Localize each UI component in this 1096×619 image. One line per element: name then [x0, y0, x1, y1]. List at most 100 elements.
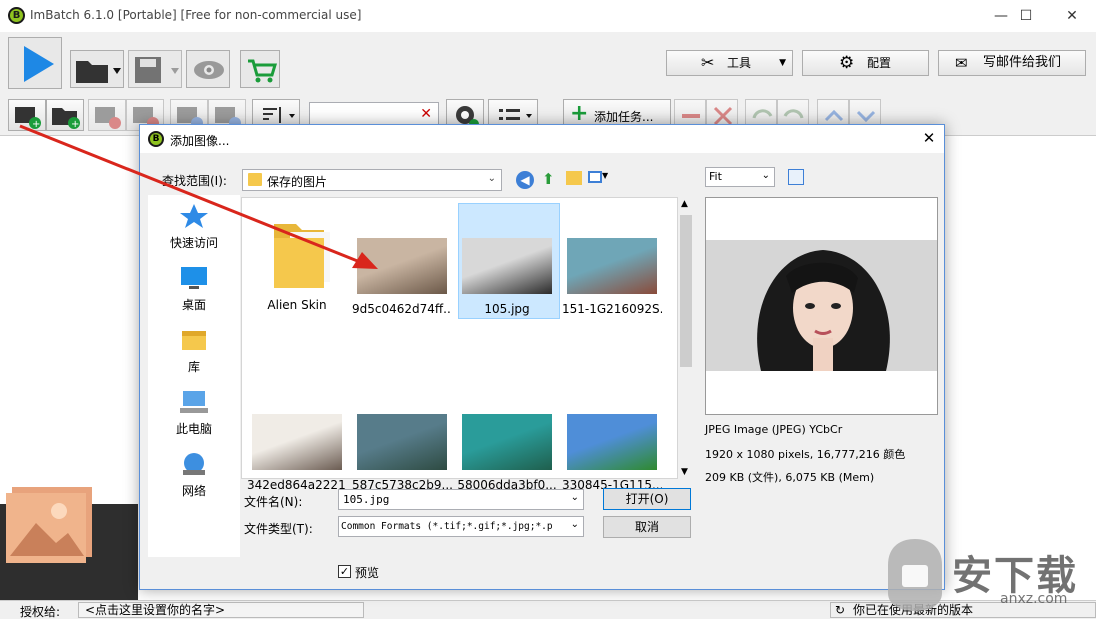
- file-list[interactable]: Alien Skin 9d5c0462d74ff... 105.jpg 151-1G2…: [241, 197, 678, 492]
- maximize-button[interactable]: ☐: [1003, 6, 1049, 26]
- zoom-fit-icon[interactable]: [788, 169, 804, 185]
- folder-icon: [248, 173, 262, 186]
- add-image-icon: +: [15, 107, 41, 130]
- image-preview-icon: [357, 238, 447, 294]
- open-button[interactable]: [70, 50, 124, 88]
- image-thumbnail[interactable]: 330845-1G115...: [562, 386, 662, 492]
- image-thumbnail[interactable]: 342ed864a2221...: [247, 386, 347, 492]
- title-bar: B ImBatch 6.1.0 [Portable] [Free for non…: [0, 0, 1096, 32]
- up-folder-icon[interactable]: ⬆: [542, 170, 555, 188]
- network-icon: [183, 453, 205, 475]
- computer-icon: [180, 391, 208, 413]
- image-preview-icon: [462, 238, 552, 294]
- license-name-field[interactable]: <点击这里设置你的名字>: [78, 602, 364, 618]
- close-button[interactable]: ✕: [1049, 6, 1095, 26]
- clear-filter-icon[interactable]: ✕: [420, 106, 432, 122]
- watermark: 安下载 anxz.com: [880, 535, 1095, 615]
- filetype-select[interactable]: Common Formats (*.tif;*.gif;*.jpg;*.p ⌄: [338, 516, 584, 537]
- scroll-down-icon[interactable]: ▼: [681, 467, 688, 477]
- image-thumbnail[interactable]: 105.jpg: [457, 210, 557, 316]
- back-icon[interactable]: ◀: [516, 171, 534, 189]
- license-label: 授权给:: [20, 605, 61, 619]
- cart-icon: [248, 59, 278, 83]
- image-preview-icon: [567, 238, 657, 294]
- scroll-thumb[interactable]: [680, 215, 692, 367]
- image-preview-icon: [357, 414, 447, 470]
- run-button[interactable]: [8, 37, 62, 89]
- mail-button[interactable]: ✉ 写邮件给我们: [938, 50, 1086, 76]
- svg-text:+: +: [71, 119, 79, 130]
- remove-image-icon: [95, 107, 121, 129]
- dialog-logo-icon: B: [148, 131, 164, 147]
- gear-icon: ⚙: [839, 53, 855, 73]
- image-thumbnail[interactable]: 151-1G216092S...: [562, 210, 662, 316]
- place-network[interactable]: 网络: [148, 451, 240, 499]
- save-button[interactable]: [128, 50, 182, 88]
- file-name: Alien Skin: [267, 298, 327, 312]
- save-icon: [135, 57, 179, 83]
- eye-icon: [194, 61, 224, 79]
- view-menu-icon[interactable]: ▼: [588, 171, 614, 187]
- remove-image-button[interactable]: [88, 99, 126, 131]
- image-preview-icon: [252, 414, 342, 470]
- image-size-info: 1920 x 1080 pixels, 16,777,216 颜色: [705, 448, 906, 461]
- chevron-down-icon: ⌄: [570, 492, 579, 503]
- dialog-close-button[interactable]: ✕: [918, 129, 940, 147]
- scroll-up-icon[interactable]: ▲: [681, 199, 688, 209]
- folder-item[interactable]: Alien Skin: [247, 210, 347, 312]
- preview-eye-button[interactable]: [186, 50, 230, 88]
- zoom-select[interactable]: Fit ⌄: [705, 167, 775, 187]
- image-thumbnail[interactable]: 9d5c0462d74ff...: [352, 210, 452, 316]
- library-icon: [182, 331, 206, 350]
- image-preview-icon: [462, 414, 552, 470]
- lookin-select[interactable]: 保存的图片 ⌄: [242, 169, 502, 191]
- place-quick-access[interactable]: 快速访问: [148, 203, 240, 251]
- add-image-button[interactable]: +: [8, 99, 46, 131]
- play-icon: [24, 46, 54, 82]
- image-type-info: JPEG Image (JPEG) YCbCr: [705, 423, 843, 436]
- place-label: 网络: [181, 484, 206, 498]
- portrait-preview-image: [706, 198, 937, 414]
- open-button[interactable]: 打开(O): [603, 488, 691, 510]
- cancel-button[interactable]: 取消: [603, 516, 691, 538]
- add-folder-button[interactable]: +: [46, 99, 84, 131]
- places-bar: 快速访问 桌面 库 此电脑 网络: [148, 195, 240, 557]
- desktop-icon: [181, 267, 207, 289]
- shop-button[interactable]: [240, 50, 280, 88]
- add-task-label: 添加任务...: [594, 110, 654, 124]
- filename-input[interactable]: 105.jpg ⌄: [338, 489, 584, 510]
- zoom-value: Fit: [709, 170, 722, 183]
- file-name: 105.jpg: [484, 302, 530, 316]
- lookin-value: 保存的图片: [267, 175, 328, 189]
- add-folder-icon: +: [52, 108, 80, 130]
- filename-value: 105.jpg: [343, 493, 390, 506]
- preview-checkbox[interactable]: ✓: [338, 565, 351, 578]
- config-button[interactable]: ⚙ 配置: [802, 50, 929, 76]
- filetype-label: 文件类型(T):: [244, 522, 313, 536]
- file-name: 342ed864a2221...: [247, 478, 347, 492]
- refresh-icon: ↻: [835, 603, 846, 617]
- preview-pane: [705, 197, 938, 415]
- main-toolbar: ✂ 工具 ▼ ⚙ 配置 ✉ 写邮件给我们: [0, 32, 1096, 94]
- svg-text:+: +: [32, 119, 40, 130]
- place-library[interactable]: 库: [148, 327, 240, 375]
- place-desktop[interactable]: 桌面: [148, 265, 240, 313]
- app-logo-icon: B: [8, 7, 25, 24]
- file-list-scrollbar[interactable]: ▲ ▼: [678, 197, 694, 479]
- image-thumbnail[interactable]: 587c5738c2b9...: [352, 386, 452, 492]
- image-thumbnail[interactable]: 58006dda3bf0...: [457, 386, 557, 492]
- folder-icon: [252, 210, 342, 290]
- tools-button[interactable]: ✂ 工具 ▼: [666, 50, 793, 76]
- window-title: ImBatch 6.1.0 [Portable] [Free for non-c…: [30, 8, 362, 22]
- envelope-icon: ✉: [955, 54, 968, 72]
- place-label: 快速访问: [169, 236, 218, 250]
- config-label: 配置: [867, 56, 892, 70]
- add-images-dialog: B 添加图像... ✕ 查找范围(I): 保存的图片 ⌄ ◀ ⬆ ▼ Fit ⌄…: [139, 124, 945, 590]
- chevron-down-icon: ⌄: [761, 170, 770, 181]
- mail-label: 写邮件给我们: [983, 55, 1062, 70]
- new-folder-icon[interactable]: [566, 171, 582, 185]
- place-label: 库: [187, 360, 200, 374]
- folder-open-icon: [76, 61, 121, 83]
- place-this-pc[interactable]: 此电脑: [148, 389, 240, 437]
- dialog-title: 添加图像...: [170, 134, 230, 148]
